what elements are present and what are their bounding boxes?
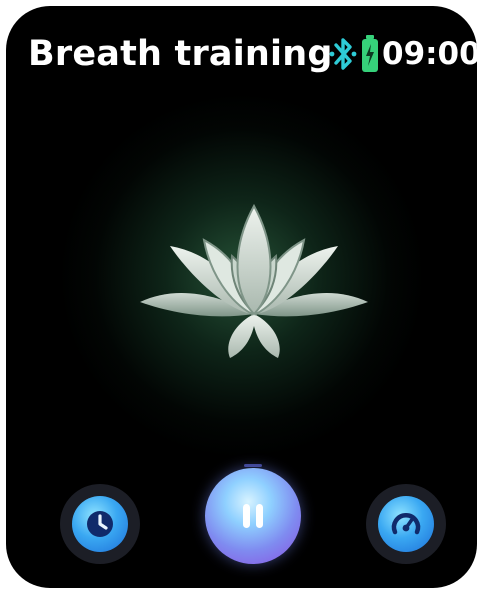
pager-indicator: [244, 464, 262, 467]
bluetooth-icon: [329, 38, 357, 70]
pause-button[interactable]: [205, 468, 301, 564]
gauge-icon: [391, 513, 421, 535]
speed-button[interactable]: [366, 484, 446, 564]
pause-icon: [243, 504, 263, 528]
timer-button-face: [72, 496, 128, 552]
battery-charging-icon: [362, 35, 378, 72]
page-title: Breath training: [28, 34, 333, 74]
watch-screen: Breath training 09:00: [6, 6, 477, 588]
timer-button[interactable]: [60, 484, 140, 564]
speed-button-face: [378, 496, 434, 552]
clock-time: 09:00: [382, 36, 477, 72]
status-bar: Breath training 09:00: [6, 6, 477, 86]
clock-icon: [87, 511, 113, 537]
lotus-icon: [140, 203, 368, 358]
